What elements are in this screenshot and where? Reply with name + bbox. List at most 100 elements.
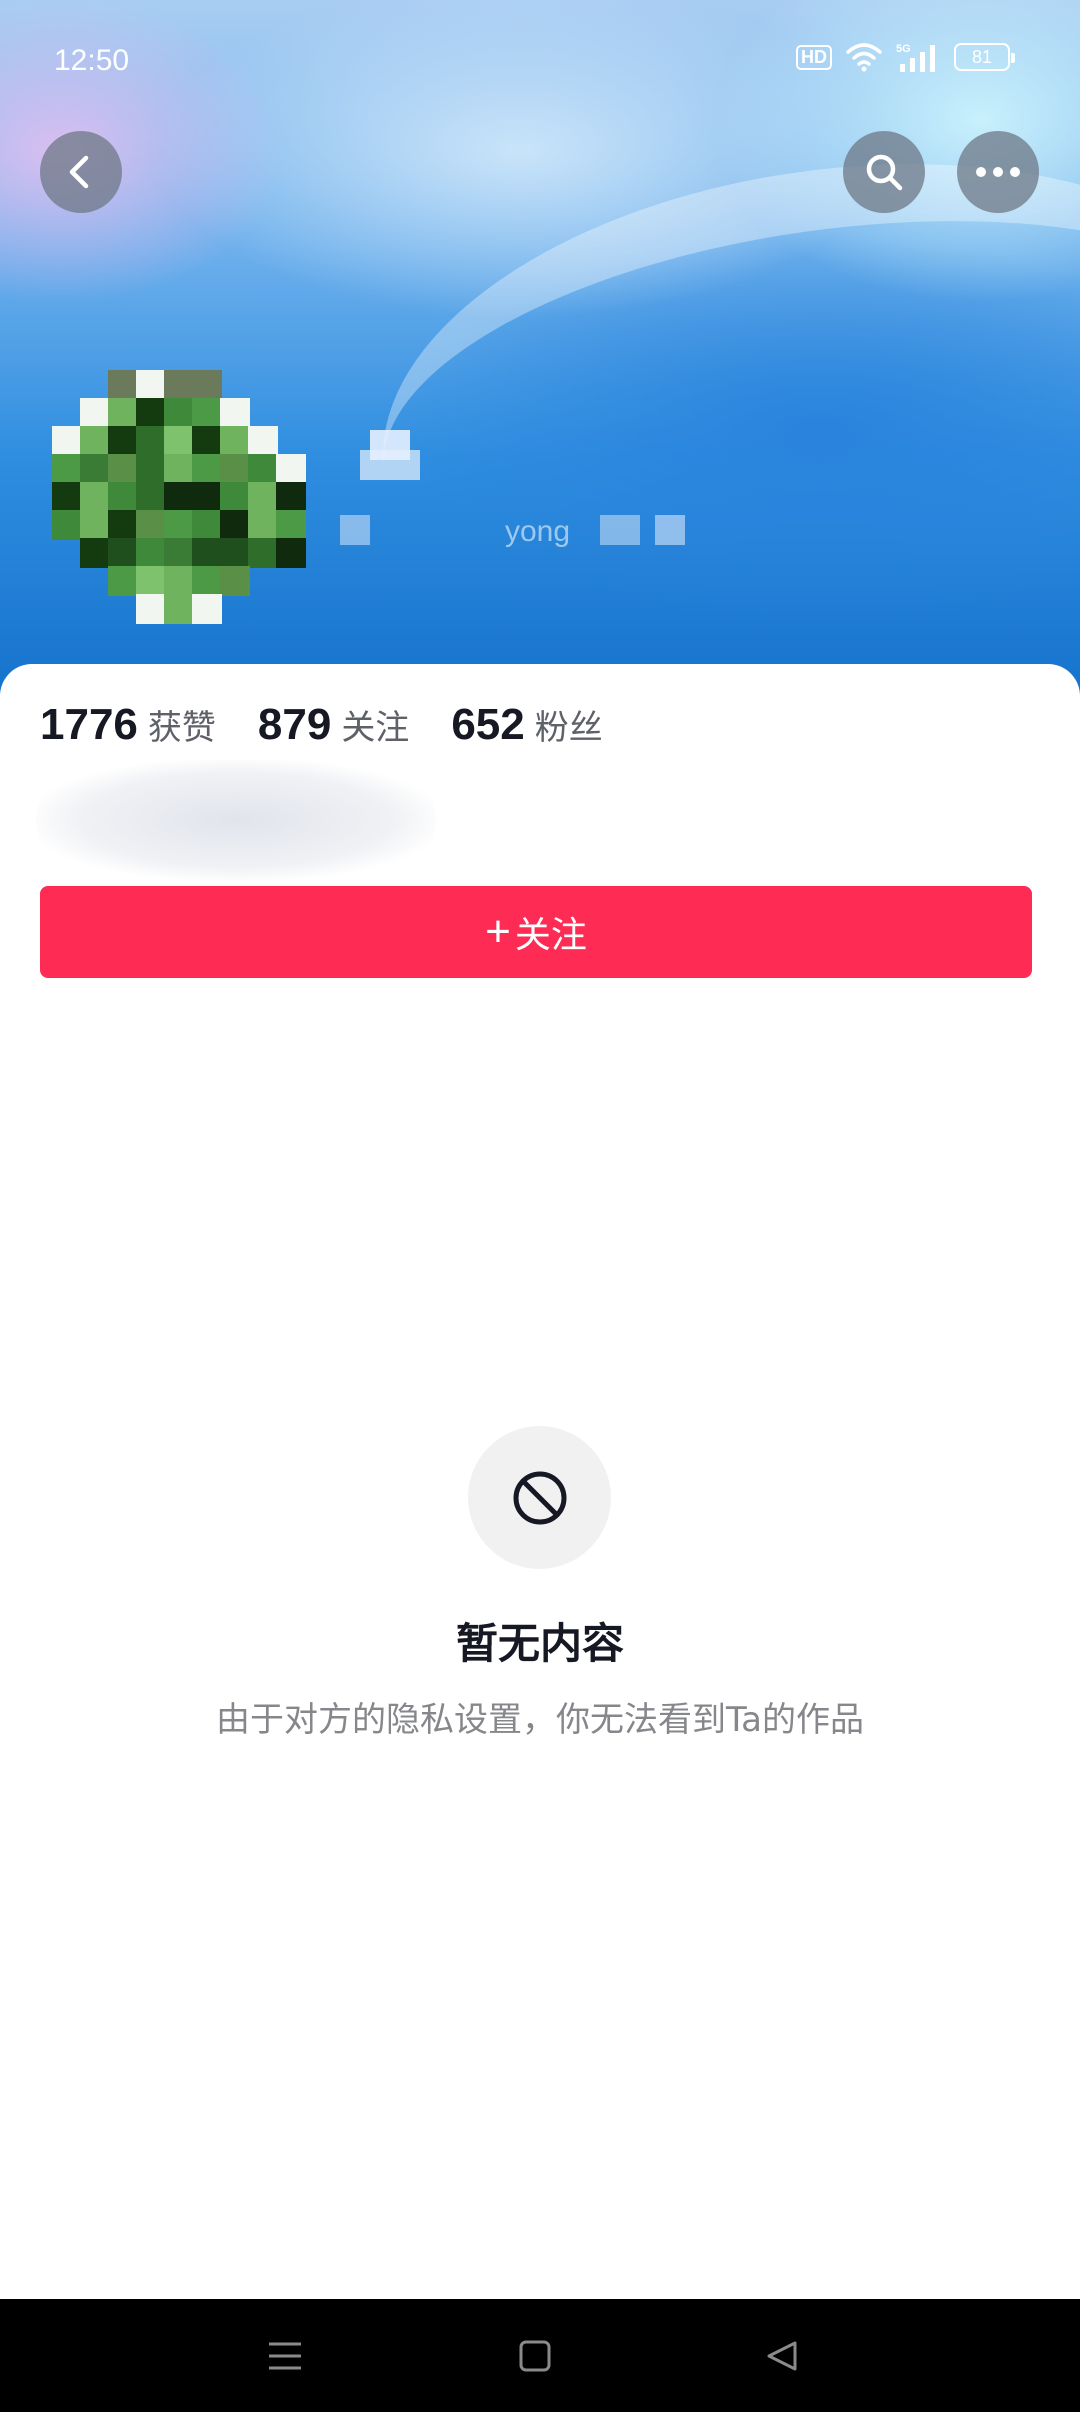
- avatar-pixel: [220, 482, 250, 512]
- avatar-pixel: [108, 398, 138, 428]
- avatar-pixel: [136, 510, 166, 540]
- avatar-pixel: [192, 594, 222, 624]
- avatar-pixel: [192, 454, 222, 484]
- avatar-pixel: [164, 510, 194, 540]
- avatar-pixel: [52, 510, 82, 540]
- name-pixel: [340, 515, 370, 545]
- avatar-pixel: [80, 482, 110, 512]
- menu-icon: [269, 2342, 301, 2370]
- bio-obscured: [36, 760, 436, 880]
- hd-icon: HD: [796, 44, 832, 70]
- stat-likes[interactable]: 1776 获赞: [40, 700, 216, 750]
- avatar-pixel: [108, 566, 138, 596]
- avatar-pixel: [192, 566, 222, 596]
- avatar-pixel: [52, 454, 82, 484]
- avatar-pixel: [220, 538, 250, 568]
- avatar-pixel: [52, 482, 82, 512]
- avatar-pixel: [192, 510, 222, 540]
- avatar-pixel: [136, 566, 166, 596]
- nav-menu-button[interactable]: [255, 2329, 315, 2383]
- plus-icon: +: [485, 907, 511, 956]
- stat-following-value: 879: [257, 700, 332, 749]
- avatar-pixel: [80, 426, 110, 456]
- search-icon: [866, 154, 903, 191]
- avatar-pixel: [192, 538, 222, 568]
- avatar-pixel: [136, 482, 166, 512]
- avatar-pixel: [220, 510, 250, 540]
- avatar-pixel: [136, 426, 166, 456]
- avatar-pixel: [164, 566, 194, 596]
- follow-button[interactable]: + 关注: [40, 886, 1032, 978]
- avatar-pixel: [220, 566, 250, 596]
- empty-state-description: 由于对方的隐私设置，你无法看到Ta的作品: [216, 1700, 864, 1740]
- avatar-pixel: [80, 454, 110, 484]
- more-button[interactable]: [957, 131, 1039, 213]
- avatar-pixel: [276, 510, 306, 540]
- avatar[interactable]: [52, 370, 312, 630]
- avatar-pixel: [108, 370, 138, 400]
- system-navigation-bar: [0, 2299, 1080, 2412]
- stat-followers-label: 粉丝: [534, 708, 603, 748]
- chevron-left-icon: [69, 155, 89, 189]
- network-type-label: 5G: [896, 43, 911, 55]
- avatar-pixel: [136, 538, 166, 568]
- nav-back-button[interactable]: [752, 2329, 812, 2383]
- stat-following[interactable]: 879 关注: [258, 700, 409, 750]
- follow-button-label: 关注: [514, 914, 587, 955]
- avatar-pixel: [136, 370, 166, 400]
- battery-icon: 81: [954, 43, 1015, 71]
- stat-likes-value: 1776: [40, 700, 138, 749]
- avatar-pixel: [108, 454, 138, 484]
- avatar-pixel: [136, 594, 166, 624]
- avatar-pixel: [192, 482, 222, 512]
- home-icon: [519, 2340, 551, 2372]
- user-handle-partial: yong: [505, 515, 571, 548]
- status-icons: HD 5G 81: [796, 42, 1015, 72]
- avatar-pixel: [136, 454, 166, 484]
- stat-followers-value: 652: [451, 700, 525, 749]
- avatar-pixel: [52, 426, 82, 456]
- back-button[interactable]: [40, 131, 122, 213]
- avatar-pixel: [108, 482, 138, 512]
- profile-stats: 1776 获赞 879 关注 652 粉丝: [40, 700, 645, 750]
- more-horizontal-icon: [976, 167, 1020, 177]
- name-pixel: [600, 515, 640, 545]
- status-time: 12:50: [54, 44, 130, 77]
- avatar-pixel: [164, 482, 194, 512]
- avatar-pixel: [248, 510, 278, 540]
- avatar-pixel: [108, 510, 138, 540]
- stat-followers[interactable]: 652 粉丝: [451, 700, 602, 750]
- avatar-pixel: [248, 426, 278, 456]
- avatar-pixel: [108, 426, 138, 456]
- avatar-pixel: [80, 538, 110, 568]
- avatar-pixel: [164, 454, 194, 484]
- avatar-pixel: [164, 426, 194, 456]
- avatar-pixel: [80, 510, 110, 540]
- avatar-pixel: [192, 370, 222, 400]
- status-bar: 12:50 HD 5G 81: [0, 0, 1080, 120]
- avatar-pixel: [220, 426, 250, 456]
- avatar-pixel: [276, 538, 306, 568]
- empty-state-icon-container: [468, 1426, 611, 1569]
- search-button[interactable]: [843, 131, 925, 213]
- name-pixel: [370, 430, 410, 460]
- nav-home-button[interactable]: [505, 2329, 565, 2383]
- avatar-pixel: [80, 398, 110, 428]
- avatar-pixel: [192, 398, 222, 428]
- stat-likes-label: 获赞: [147, 708, 216, 748]
- avatar-pixel: [108, 538, 138, 568]
- avatar-pixel: [164, 538, 194, 568]
- avatar-pixel: [164, 594, 194, 624]
- empty-state-title: 暂无内容: [455, 1619, 624, 1668]
- prohibited-icon: [513, 1471, 566, 1524]
- back-triangle-icon: [767, 2341, 797, 2371]
- avatar-pixel: [276, 482, 306, 512]
- avatar-pixel: [248, 538, 278, 568]
- avatar-pixel: [220, 454, 250, 484]
- avatar-pixel: [220, 398, 250, 428]
- wifi-icon: [846, 43, 882, 72]
- avatar-pixel: [192, 426, 222, 456]
- avatar-pixel: [248, 482, 278, 512]
- avatar-pixel: [276, 454, 306, 484]
- avatar-pixel: [164, 370, 194, 400]
